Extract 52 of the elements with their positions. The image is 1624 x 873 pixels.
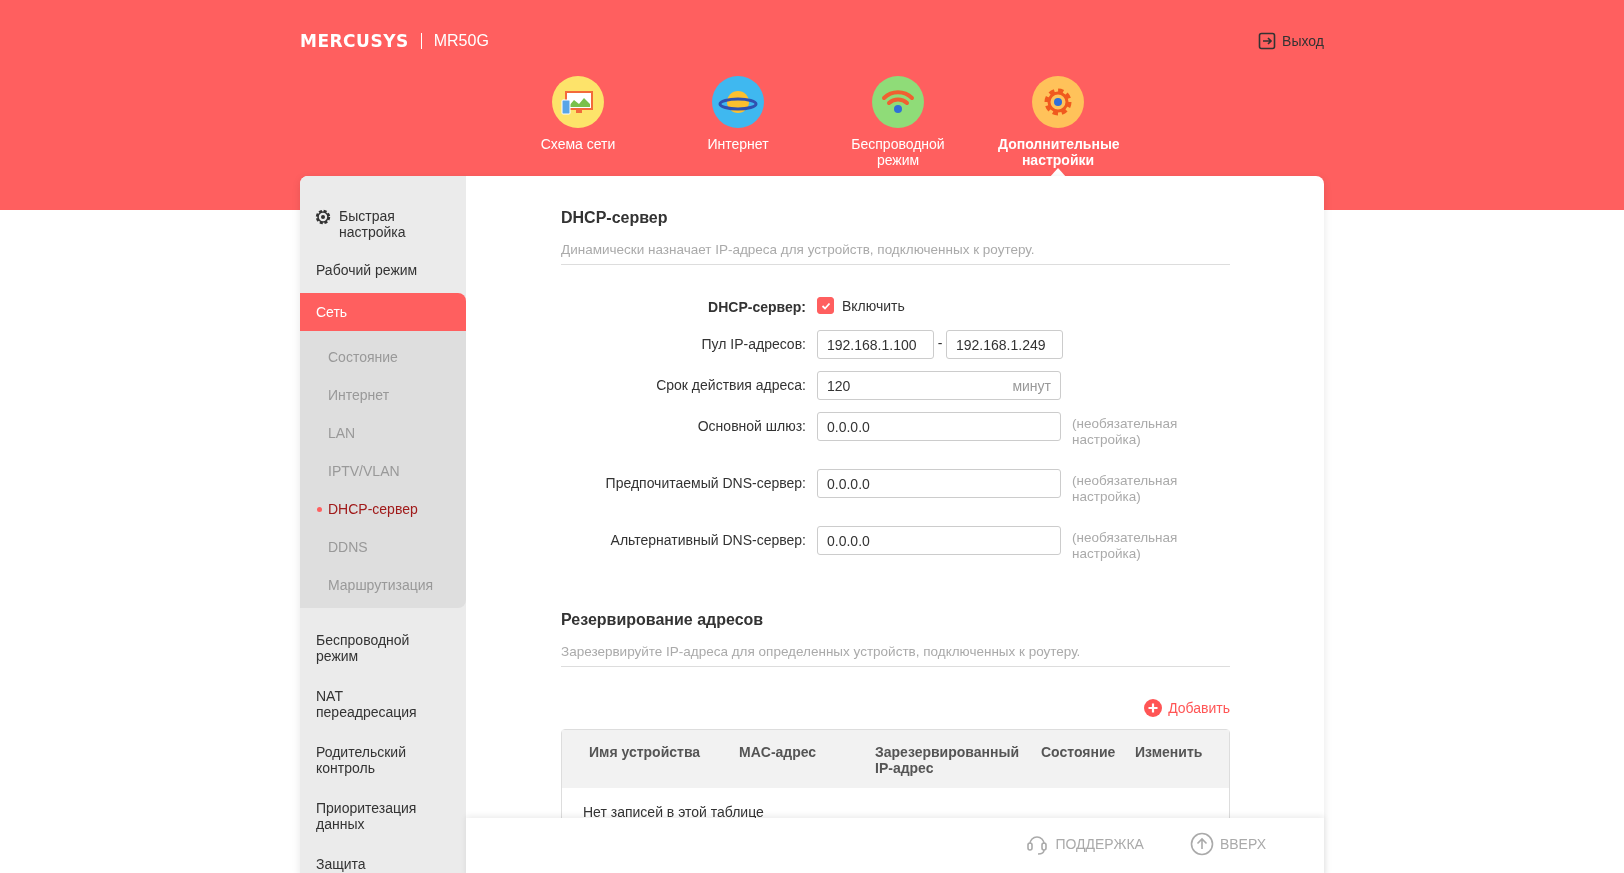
- input-field[interactable]: 192.168.1.100: [817, 330, 934, 359]
- nav-tab[interactable]: Интернет: [658, 76, 818, 176]
- column-header: Имя устройства: [589, 744, 702, 760]
- section-title: DHCP-сервер: [561, 208, 669, 228]
- input-field[interactable]: 0.0.0.0: [817, 526, 1061, 555]
- field-label: DHCP-сервер:: [707, 298, 806, 315]
- field-label: Срок действия адреса:: [655, 376, 806, 393]
- sidebar-item[interactable]: Сеть: [300, 293, 466, 331]
- input-field[interactable]: 120 минут: [817, 371, 1061, 400]
- section-description: Динамически назначает IP-адреса для устройств, подключенных к роутеру.: [561, 242, 1230, 265]
- sidebar-item[interactable]: NAT переадресация: [300, 676, 466, 732]
- optional-hint: (необязательная настройка): [1072, 529, 1179, 562]
- column-header: Зарезервированный IP-адрес: [875, 744, 1020, 776]
- sidebar-item[interactable]: Беспроводной режим: [300, 620, 466, 676]
- section-title: Резервирование адресов: [561, 610, 765, 630]
- sidebar-item[interactable]: Рабочий режим: [300, 250, 466, 290]
- gear-icon: [314, 208, 332, 226]
- model-name: MR50G: [433, 32, 489, 50]
- column-header: Состояние: [1041, 744, 1117, 760]
- monitor-icon: [552, 76, 604, 128]
- active-dot: [317, 507, 322, 512]
- field-label: Пул IP-адресов:: [700, 335, 806, 352]
- sidebar-item[interactable]: Защита: [300, 844, 466, 873]
- section-description: Зарезервируйте IP-адреса для определенных устройств, подключенных к роутеру.: [561, 644, 1230, 667]
- sidebar-item[interactable]: Родительский контроль: [300, 732, 466, 788]
- nav-tab[interactable]: Схема сети: [498, 76, 658, 176]
- empty-message: Нет записей в этой таблице: [582, 803, 765, 820]
- plus-icon: [1144, 699, 1163, 717]
- submenu-item[interactable]: DHCP-сервер: [300, 490, 466, 528]
- logout-icon: [1258, 32, 1277, 50]
- enable-checkbox[interactable]: Включить: [817, 297, 905, 314]
- logout-button[interactable]: Выход: [1258, 32, 1324, 50]
- input-field[interactable]: 0.0.0.0: [817, 412, 1061, 441]
- optional-hint: (необязательная настройка): [1072, 472, 1179, 505]
- field-label: Предпочитаемый DNS-сервер:: [604, 474, 806, 491]
- brand-logo: MERCUSYS: [300, 31, 409, 51]
- field-label: Основной шлюз:: [696, 417, 806, 434]
- range-separator: -: [936, 334, 944, 351]
- sidebar-item[interactable]: Быстрая настройка: [300, 204, 466, 250]
- column-header: MAC-адрес: [739, 744, 818, 760]
- add-button[interactable]: Добавить: [1144, 699, 1230, 717]
- optional-hint: (необязательная настройка): [1072, 415, 1179, 448]
- arrow-up-icon: [1189, 832, 1214, 856]
- field-label: Альтернативный DNS-сервер:: [609, 531, 806, 548]
- gear-icon: [1032, 76, 1084, 128]
- input-field[interactable]: 0.0.0.0: [817, 469, 1061, 498]
- wifi-icon: [872, 76, 924, 128]
- nav-tab[interactable]: Беспроводной режим: [818, 76, 978, 176]
- planet-icon: [712, 76, 764, 128]
- input-field[interactable]: 192.168.1.249: [946, 330, 1063, 359]
- sidebar-item[interactable]: Приоритезация данных: [300, 788, 466, 844]
- column-header: Изменить: [1135, 744, 1204, 760]
